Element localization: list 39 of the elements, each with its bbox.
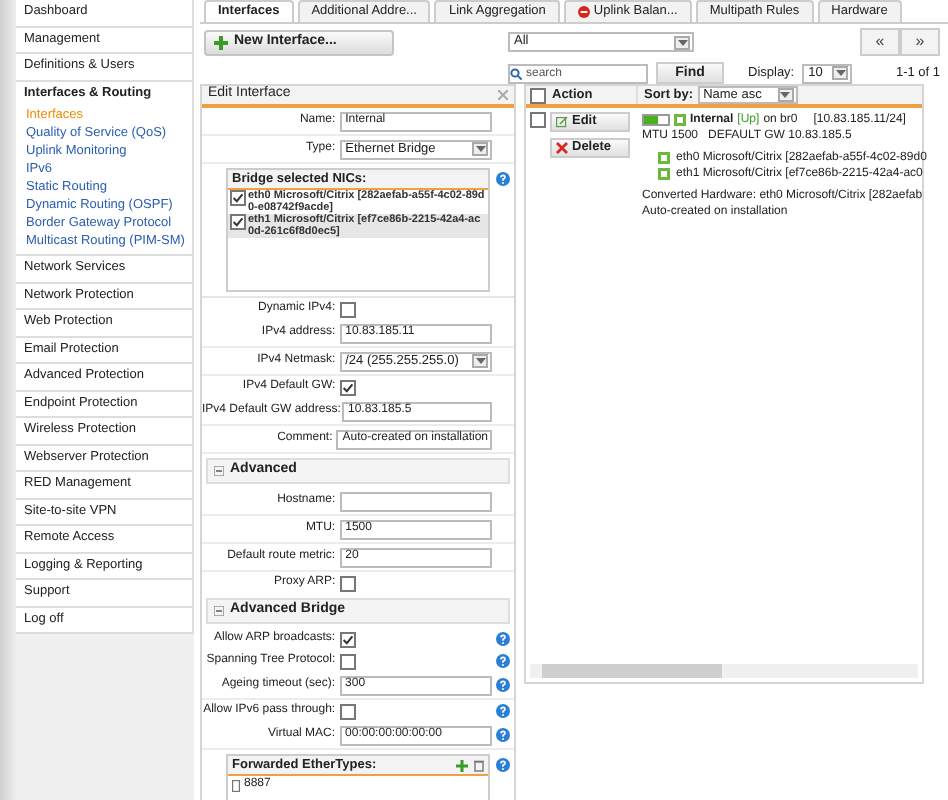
- help-icon[interactable]: [496, 632, 510, 646]
- caret-icon: [475, 146, 486, 152]
- add-icon[interactable]: [456, 759, 468, 771]
- caret-icon: [835, 70, 846, 76]
- search-icon: [510, 67, 522, 79]
- horizontal-scrollbar[interactable]: [530, 664, 918, 678]
- checkbox[interactable]: [530, 87, 546, 103]
- caret-icon: [677, 39, 687, 45]
- help-icon[interactable]: [496, 172, 510, 186]
- previous-page-button[interactable]: «: [860, 28, 900, 56]
- checkbox[interactable]: [230, 214, 246, 230]
- input-field[interactable]: [339, 491, 493, 511]
- help-icon[interactable]: [496, 728, 510, 742]
- help-icon[interactable]: [496, 654, 510, 668]
- close-icon[interactable]: [498, 90, 508, 100]
- toggle-switch[interactable]: [642, 114, 670, 126]
- help-icon[interactable]: [496, 758, 510, 772]
- collapse-icon[interactable]: [214, 606, 224, 616]
- next-page-button[interactable]: »: [900, 28, 940, 56]
- interface-icon: [674, 114, 686, 126]
- collapse-icon[interactable]: [214, 466, 224, 476]
- checkbox[interactable]: [339, 379, 356, 395]
- document-icon: [232, 779, 240, 791]
- checkbox[interactable]: [339, 631, 356, 647]
- help-icon[interactable]: [496, 704, 510, 718]
- checkbox[interactable]: [339, 575, 356, 591]
- help-icon[interactable]: [496, 678, 510, 692]
- warning-icon: [577, 6, 590, 18]
- caret-icon: [475, 358, 486, 364]
- checkbox[interactable]: [339, 301, 356, 317]
- caret-icon: [780, 92, 791, 98]
- checkbox[interactable]: [339, 703, 356, 719]
- plus-icon: [214, 36, 228, 50]
- checkbox[interactable]: [230, 190, 246, 206]
- checkbox[interactable]: [530, 112, 546, 128]
- delete-icon: [556, 142, 568, 154]
- pencil-icon: [556, 116, 568, 128]
- checkbox[interactable]: [339, 653, 356, 669]
- trash-icon[interactable]: [474, 759, 484, 771]
